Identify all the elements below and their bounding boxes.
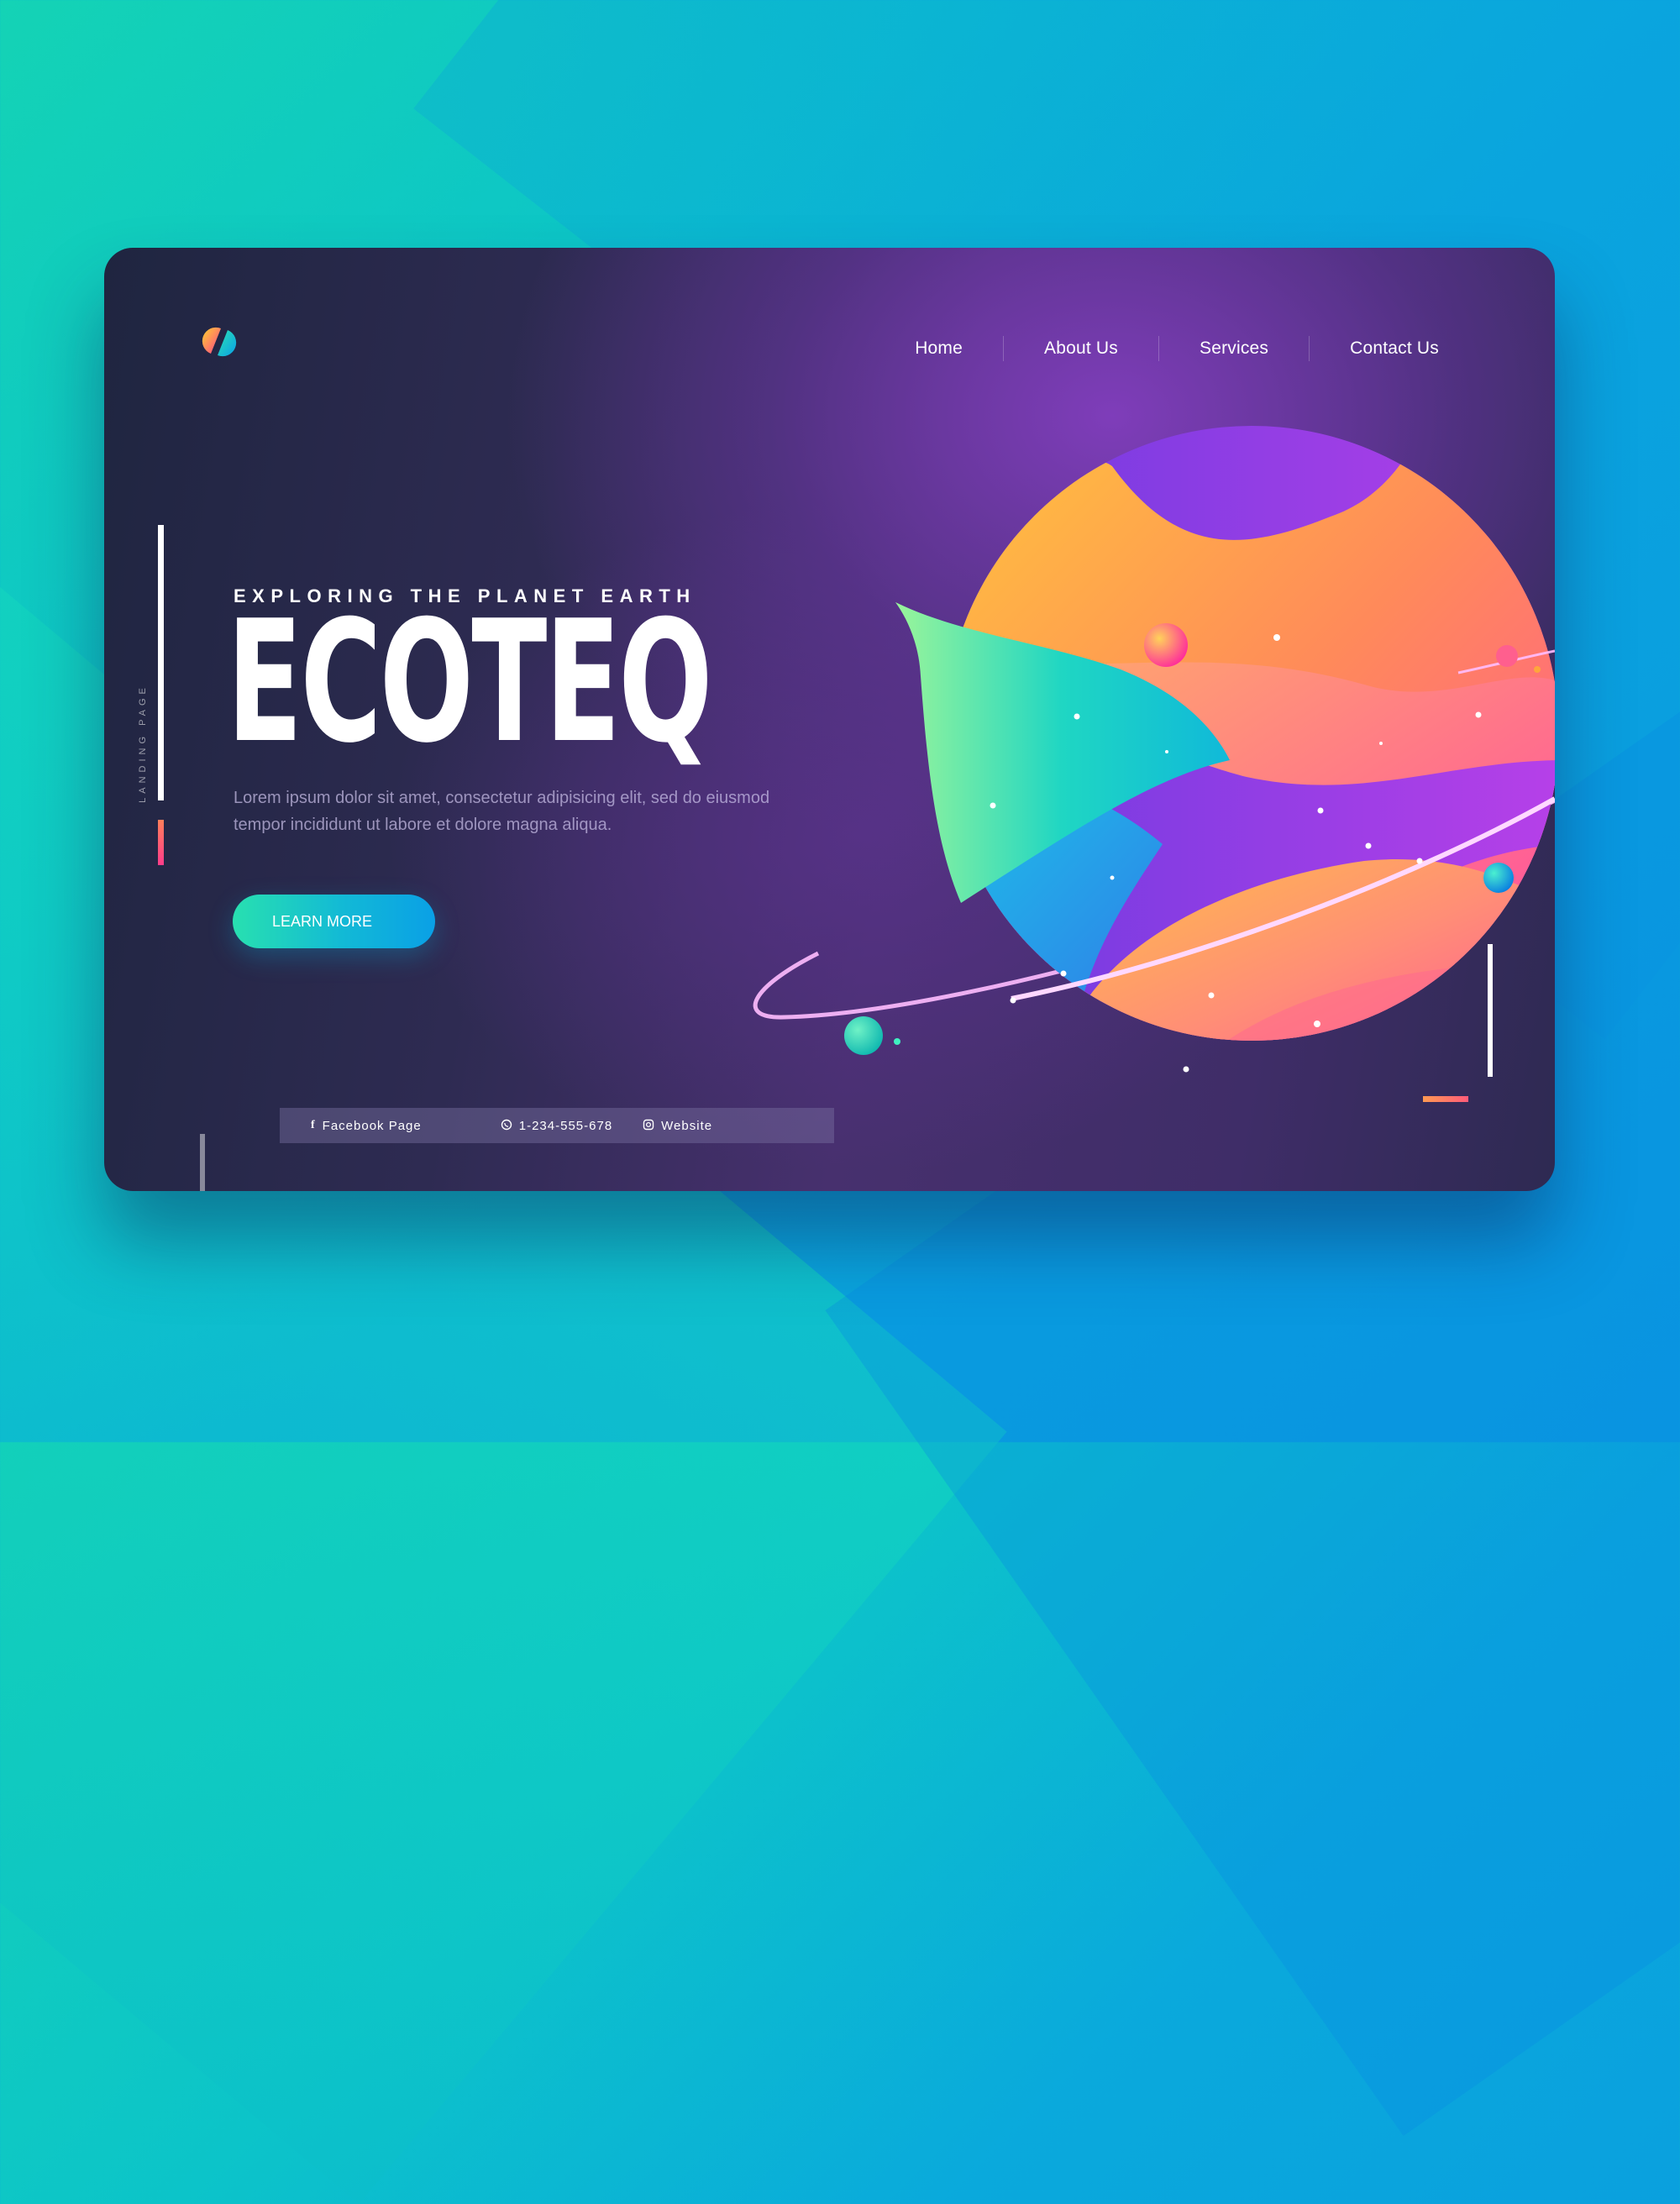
phone-label: 1-234-555-678 — [518, 1118, 613, 1133]
side-label: LANDING PAGE — [138, 684, 148, 803]
right-divider-line — [1488, 944, 1493, 1077]
website-link[interactable]: Website — [643, 1119, 712, 1133]
nav-about-us[interactable]: About Us — [1004, 336, 1158, 361]
side-accent-line — [158, 820, 164, 865]
facebook-link[interactable]: f Facebook Page — [311, 1119, 422, 1133]
landing-card: Home About Us Services Contact Us LANDIN… — [104, 248, 1555, 1191]
website-label: Website — [661, 1118, 713, 1133]
right-accent-line — [1423, 1096, 1468, 1102]
main-nav: Home About Us Services Contact Us — [874, 332, 1439, 365]
facebook-label: Facebook Page — [322, 1118, 422, 1133]
side-divider-line — [158, 525, 164, 800]
nav-home[interactable]: Home — [874, 336, 1003, 361]
nav-contact-us[interactable]: Contact Us — [1310, 336, 1439, 361]
planet-illustration — [753, 426, 1555, 1073]
corner-line — [200, 1134, 205, 1191]
logo-icon[interactable] — [199, 325, 246, 359]
instagram-icon — [643, 1119, 654, 1133]
learn-more-button[interactable]: LEARN MORE — [233, 895, 435, 948]
whatsapp-icon — [501, 1119, 512, 1133]
contact-bar: f Facebook Page 1-234-555-678 Website — [280, 1108, 834, 1143]
nav-services[interactable]: Services — [1159, 336, 1309, 361]
phone-link[interactable]: 1-234-555-678 — [501, 1119, 612, 1133]
facebook-icon: f — [311, 1119, 316, 1131]
